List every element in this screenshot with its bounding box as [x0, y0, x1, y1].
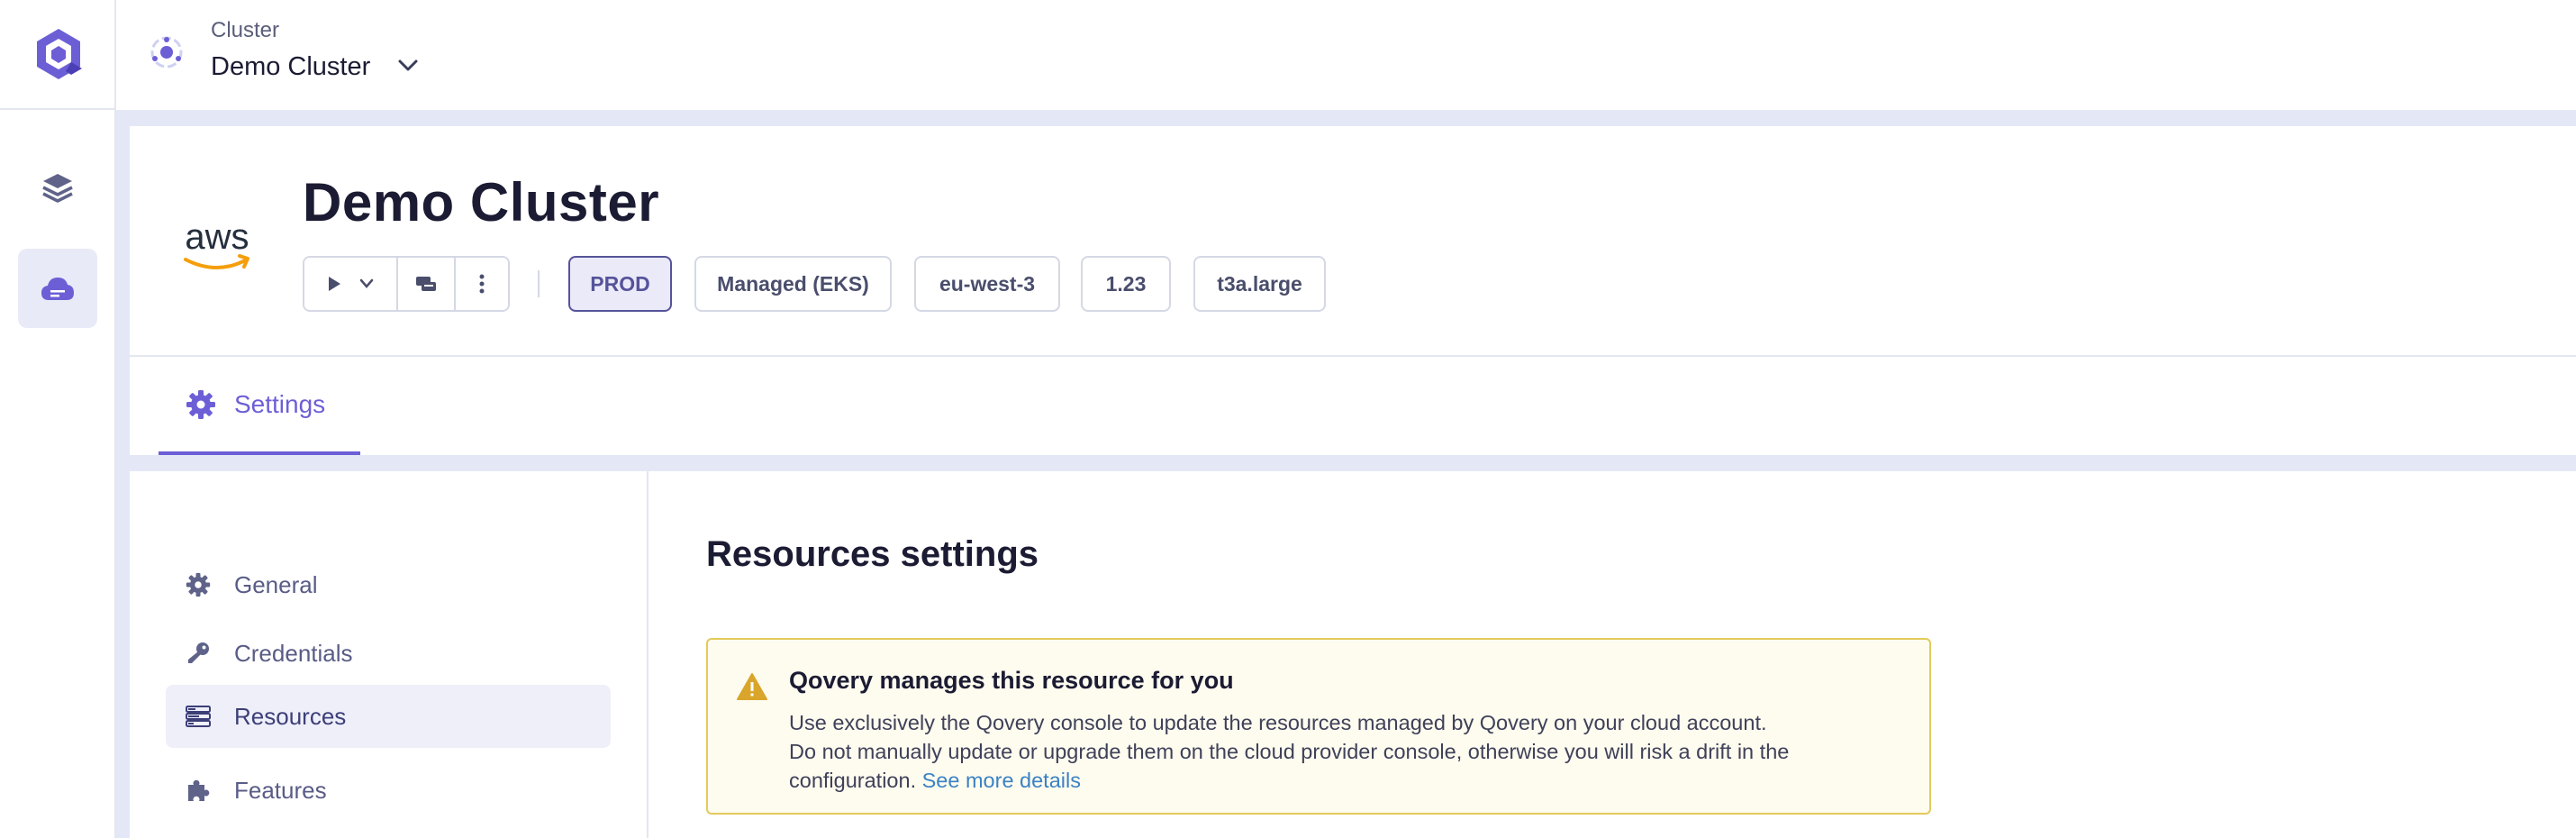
section-title: Resources settings [706, 534, 1039, 574]
callout-body: Use exclusively the Qovery console to up… [789, 708, 1906, 795]
resources-icon [186, 706, 211, 727]
callout-line: Do not manually update or upgrade them o… [789, 740, 1790, 792]
left-rail [0, 0, 116, 838]
key-icon [188, 642, 209, 663]
chevron-down-icon[interactable] [395, 56, 421, 76]
cluster-type-tag: Managed (EKS) [694, 256, 892, 312]
settings-nav-credentials[interactable]: Credentials [166, 622, 611, 685]
deploy-button[interactable] [304, 258, 398, 310]
svg-text:aws: aws [185, 217, 249, 257]
settings-nav-label: Resources [234, 702, 347, 730]
gear-icon [186, 572, 211, 597]
settings-panel: General Credentials Resources Features R… [130, 471, 2576, 838]
cluster-selector[interactable]: Demo Cluster [211, 52, 370, 82]
qovery-logo[interactable] [0, 0, 116, 110]
logs-button[interactable] [398, 258, 456, 310]
scroll-icon [416, 277, 436, 291]
region-tag: eu-west-3 [914, 256, 1060, 312]
settings-nav-resources[interactable]: Resources [166, 685, 611, 748]
environment-tag: PROD [568, 256, 672, 312]
settings-nav-features[interactable]: Features [166, 759, 611, 822]
layers-icon [42, 174, 73, 203]
rail-clusters-button[interactable] [18, 249, 97, 328]
cluster-header: aws Demo Cluster PROD Managed (EKS) eu-w… [130, 126, 2576, 455]
more-actions-button[interactable] [456, 258, 508, 310]
play-icon [329, 277, 340, 291]
more-vertical-icon [479, 274, 485, 294]
settings-nav-label: Credentials [234, 639, 353, 667]
page-title: Demo Cluster [303, 172, 660, 232]
instance-type-tag: t3a.large [1193, 256, 1326, 312]
puzzle-icon [188, 779, 210, 801]
gear-icon [186, 389, 215, 419]
callout-title: Qovery manages this resource for you [789, 667, 1234, 694]
aws-logo: aws [184, 217, 249, 269]
callout-line: Use exclusively the Qovery console to up… [789, 711, 1767, 734]
chevron-down-icon [359, 278, 374, 288]
settings-nav-divider [647, 471, 649, 838]
cluster-icon [150, 36, 183, 68]
actions-separator [538, 270, 540, 297]
cloud-icon [41, 278, 74, 300]
warning-icon [737, 673, 767, 700]
settings-nav-label: Features [234, 776, 327, 804]
cluster-label: Cluster [211, 18, 280, 42]
version-tag: 1.23 [1081, 256, 1171, 312]
settings-nav-label: General [234, 570, 318, 598]
header-divider [130, 355, 2576, 357]
tab-settings[interactable]: Settings [159, 357, 360, 455]
managed-resource-callout: Qovery manages this resource for you Use… [706, 638, 1931, 815]
see-more-details-link[interactable]: See more details [922, 769, 1081, 792]
cluster-actions-group [303, 256, 510, 312]
top-bar: Cluster Demo Cluster [116, 0, 2576, 110]
settings-nav-general[interactable]: General [166, 553, 611, 616]
qovery-logo-icon [36, 29, 82, 79]
rail-projects-button[interactable] [18, 148, 97, 227]
tab-settings-label: Settings [234, 389, 326, 418]
